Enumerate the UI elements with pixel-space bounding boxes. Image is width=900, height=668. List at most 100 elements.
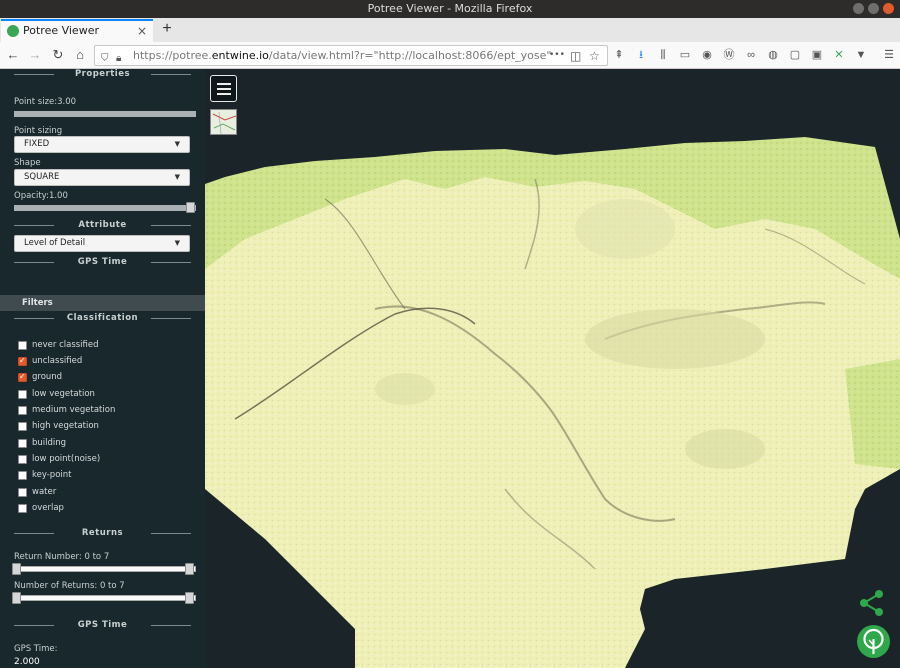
extension-4-icon[interactable]: ▢ — [788, 48, 802, 62]
potree-favicon-icon — [7, 25, 19, 37]
pocket-icon[interactable]: ◫ — [570, 47, 581, 65]
lock-icon[interactable]: 🔒︎ — [116, 49, 121, 65]
class-label: overlap — [32, 503, 64, 513]
shield-icon[interactable]: ⛉ — [101, 49, 109, 65]
return-number-max-handle[interactable] — [185, 563, 194, 575]
opacity-slider[interactable] — [14, 202, 196, 213]
home-button[interactable]: ⌂ — [71, 46, 89, 64]
class-item-high-vegetation[interactable]: high vegetation — [18, 420, 99, 432]
tab-potree-viewer[interactable]: Potree Viewer × — [1, 19, 153, 42]
extension-2-icon[interactable]: ◉ — [700, 48, 714, 62]
number-of-returns-min-handle[interactable] — [12, 592, 21, 604]
attribute-title: Attribute — [14, 220, 191, 230]
menu-bar-icon — [217, 88, 231, 90]
wordpress-icon[interactable]: Ⓦ — [722, 48, 736, 62]
class-item-ground[interactable]: ground — [18, 371, 62, 383]
extension-6-icon[interactable]: ✕ — [832, 48, 846, 62]
opacity-label: Opacity:1.00 — [14, 191, 68, 201]
number-of-returns-slider[interactable] — [12, 592, 196, 604]
class-label: low vegetation — [32, 389, 95, 399]
bookmark-star-icon[interactable]: ☆ — [589, 47, 600, 65]
extension-icon[interactable]: ⇞ — [612, 48, 626, 62]
class-item-never-classified[interactable]: never classified — [18, 339, 99, 351]
point-cloud-viewer[interactable] — [205, 69, 900, 668]
maximize-button[interactable] — [868, 3, 879, 14]
extension-3-icon[interactable]: ∞ — [744, 48, 758, 62]
new-tab-button[interactable]: + — [158, 18, 176, 41]
menu-bar-icon — [217, 83, 231, 85]
class-item-water[interactable]: water — [18, 486, 56, 498]
class-item-unclassified[interactable]: unclassified — [18, 355, 82, 367]
back-button[interactable]: ← — [4, 46, 22, 64]
downloads-icon[interactable]: ⭳ — [634, 48, 648, 62]
hamburger-menu-icon[interactable]: ☰ — [882, 48, 896, 62]
class-checkbox-key-point[interactable] — [18, 470, 27, 480]
extension-7-icon[interactable]: ▼ — [854, 48, 868, 62]
number-of-returns-label: Number of Returns: 0 to 7 — [14, 581, 125, 591]
class-item-key-point[interactable]: key-point — [18, 469, 71, 481]
account-icon[interactable]: ◍ — [766, 48, 780, 62]
class-checkbox-medium-vegetation[interactable] — [18, 405, 27, 415]
class-checkbox-low-vegetation[interactable] — [18, 389, 27, 399]
properties-title: Properties — [14, 69, 191, 79]
viewer-menu-button[interactable] — [210, 75, 237, 102]
chevron-down-icon: ▼ — [174, 140, 180, 148]
map-icon — [212, 111, 236, 134]
shape-select[interactable]: SQUARE ▼ — [14, 169, 190, 186]
class-checkbox-low-point-noise[interactable] — [18, 454, 27, 464]
class-item-medium-vegetation[interactable]: medium vegetation — [18, 404, 115, 416]
return-number-slider[interactable] — [12, 563, 196, 575]
class-checkbox-water[interactable] — [18, 487, 27, 497]
forward-button[interactable]: → — [26, 46, 44, 64]
point-size-slider[interactable] — [14, 111, 196, 117]
tab-title: Potree Viewer — [23, 24, 99, 37]
terrain-bump-4 — [375, 373, 435, 405]
attribute-select[interactable]: Level of Detail ▼ — [14, 235, 190, 252]
tab-bar: Potree Viewer × + — [0, 18, 900, 42]
return-number-min-handle[interactable] — [12, 563, 21, 575]
minimize-button[interactable] — [853, 3, 864, 14]
attribute-gps-time-title: GPS Time — [14, 257, 191, 267]
navigation-bar: ← → ↻ ⌂ ⛉ 🔒︎ https://potree.entwine.io/d… — [0, 42, 900, 69]
opacity-fill — [14, 205, 196, 211]
shape-value: SQUARE — [24, 172, 60, 182]
url-bar[interactable]: ⛉ 🔒︎ https://potree.entwine.io/data/view… — [94, 45, 608, 66]
class-item-overlap[interactable]: overlap — [18, 502, 64, 514]
class-label: medium vegetation — [32, 405, 116, 415]
gps-time-value: 2.000 — [14, 657, 40, 667]
classification-title: Classification — [14, 313, 191, 323]
class-checkbox-building[interactable] — [18, 438, 27, 448]
class-checkbox-overlap[interactable] — [18, 503, 27, 513]
class-item-low-vegetation[interactable]: low vegetation — [18, 388, 95, 400]
chevron-down-icon: ▼ — [174, 173, 180, 181]
class-label: unclassified — [32, 356, 83, 366]
class-item-low-point-noise[interactable]: low point(noise) — [18, 453, 100, 465]
close-window-button[interactable] — [883, 3, 894, 14]
class-checkbox-unclassified[interactable] — [18, 355, 27, 367]
class-checkbox-ground[interactable] — [18, 371, 27, 383]
share-icon[interactable] — [858, 589, 886, 617]
point-sizing-select[interactable]: FIXED ▼ — [14, 136, 190, 153]
shape-label: Shape — [14, 158, 41, 168]
page-actions-button[interactable]: ••• — [549, 46, 565, 65]
extension-5-icon[interactable]: ▣ — [810, 48, 824, 62]
chevron-down-icon: ▼ — [174, 239, 180, 247]
filters-header[interactable]: Filters — [0, 295, 205, 311]
map-thumbnail[interactable] — [210, 109, 237, 135]
terrain-bump-3 — [575, 199, 675, 259]
reload-button[interactable]: ↻ — [49, 46, 67, 64]
library-icon[interactable]: ⫼ — [656, 48, 670, 62]
number-of-returns-max-handle[interactable] — [185, 592, 194, 604]
tab-close-icon[interactable]: × — [137, 21, 147, 41]
class-checkbox-high-vegetation[interactable] — [18, 421, 27, 431]
menu-bar-icon — [217, 93, 231, 95]
terrain-render[interactable] — [205, 69, 900, 668]
opacity-handle[interactable] — [186, 202, 195, 213]
sidebar-toggle-icon[interactable]: ▭ — [678, 48, 692, 62]
point-sizing-value: FIXED — [24, 139, 50, 149]
class-checkbox-never-classified[interactable] — [18, 340, 27, 350]
class-item-building[interactable]: building — [18, 437, 66, 449]
class-label: key-point — [32, 470, 72, 480]
class-label: ground — [32, 372, 63, 382]
potree-logo-icon[interactable] — [857, 625, 890, 658]
